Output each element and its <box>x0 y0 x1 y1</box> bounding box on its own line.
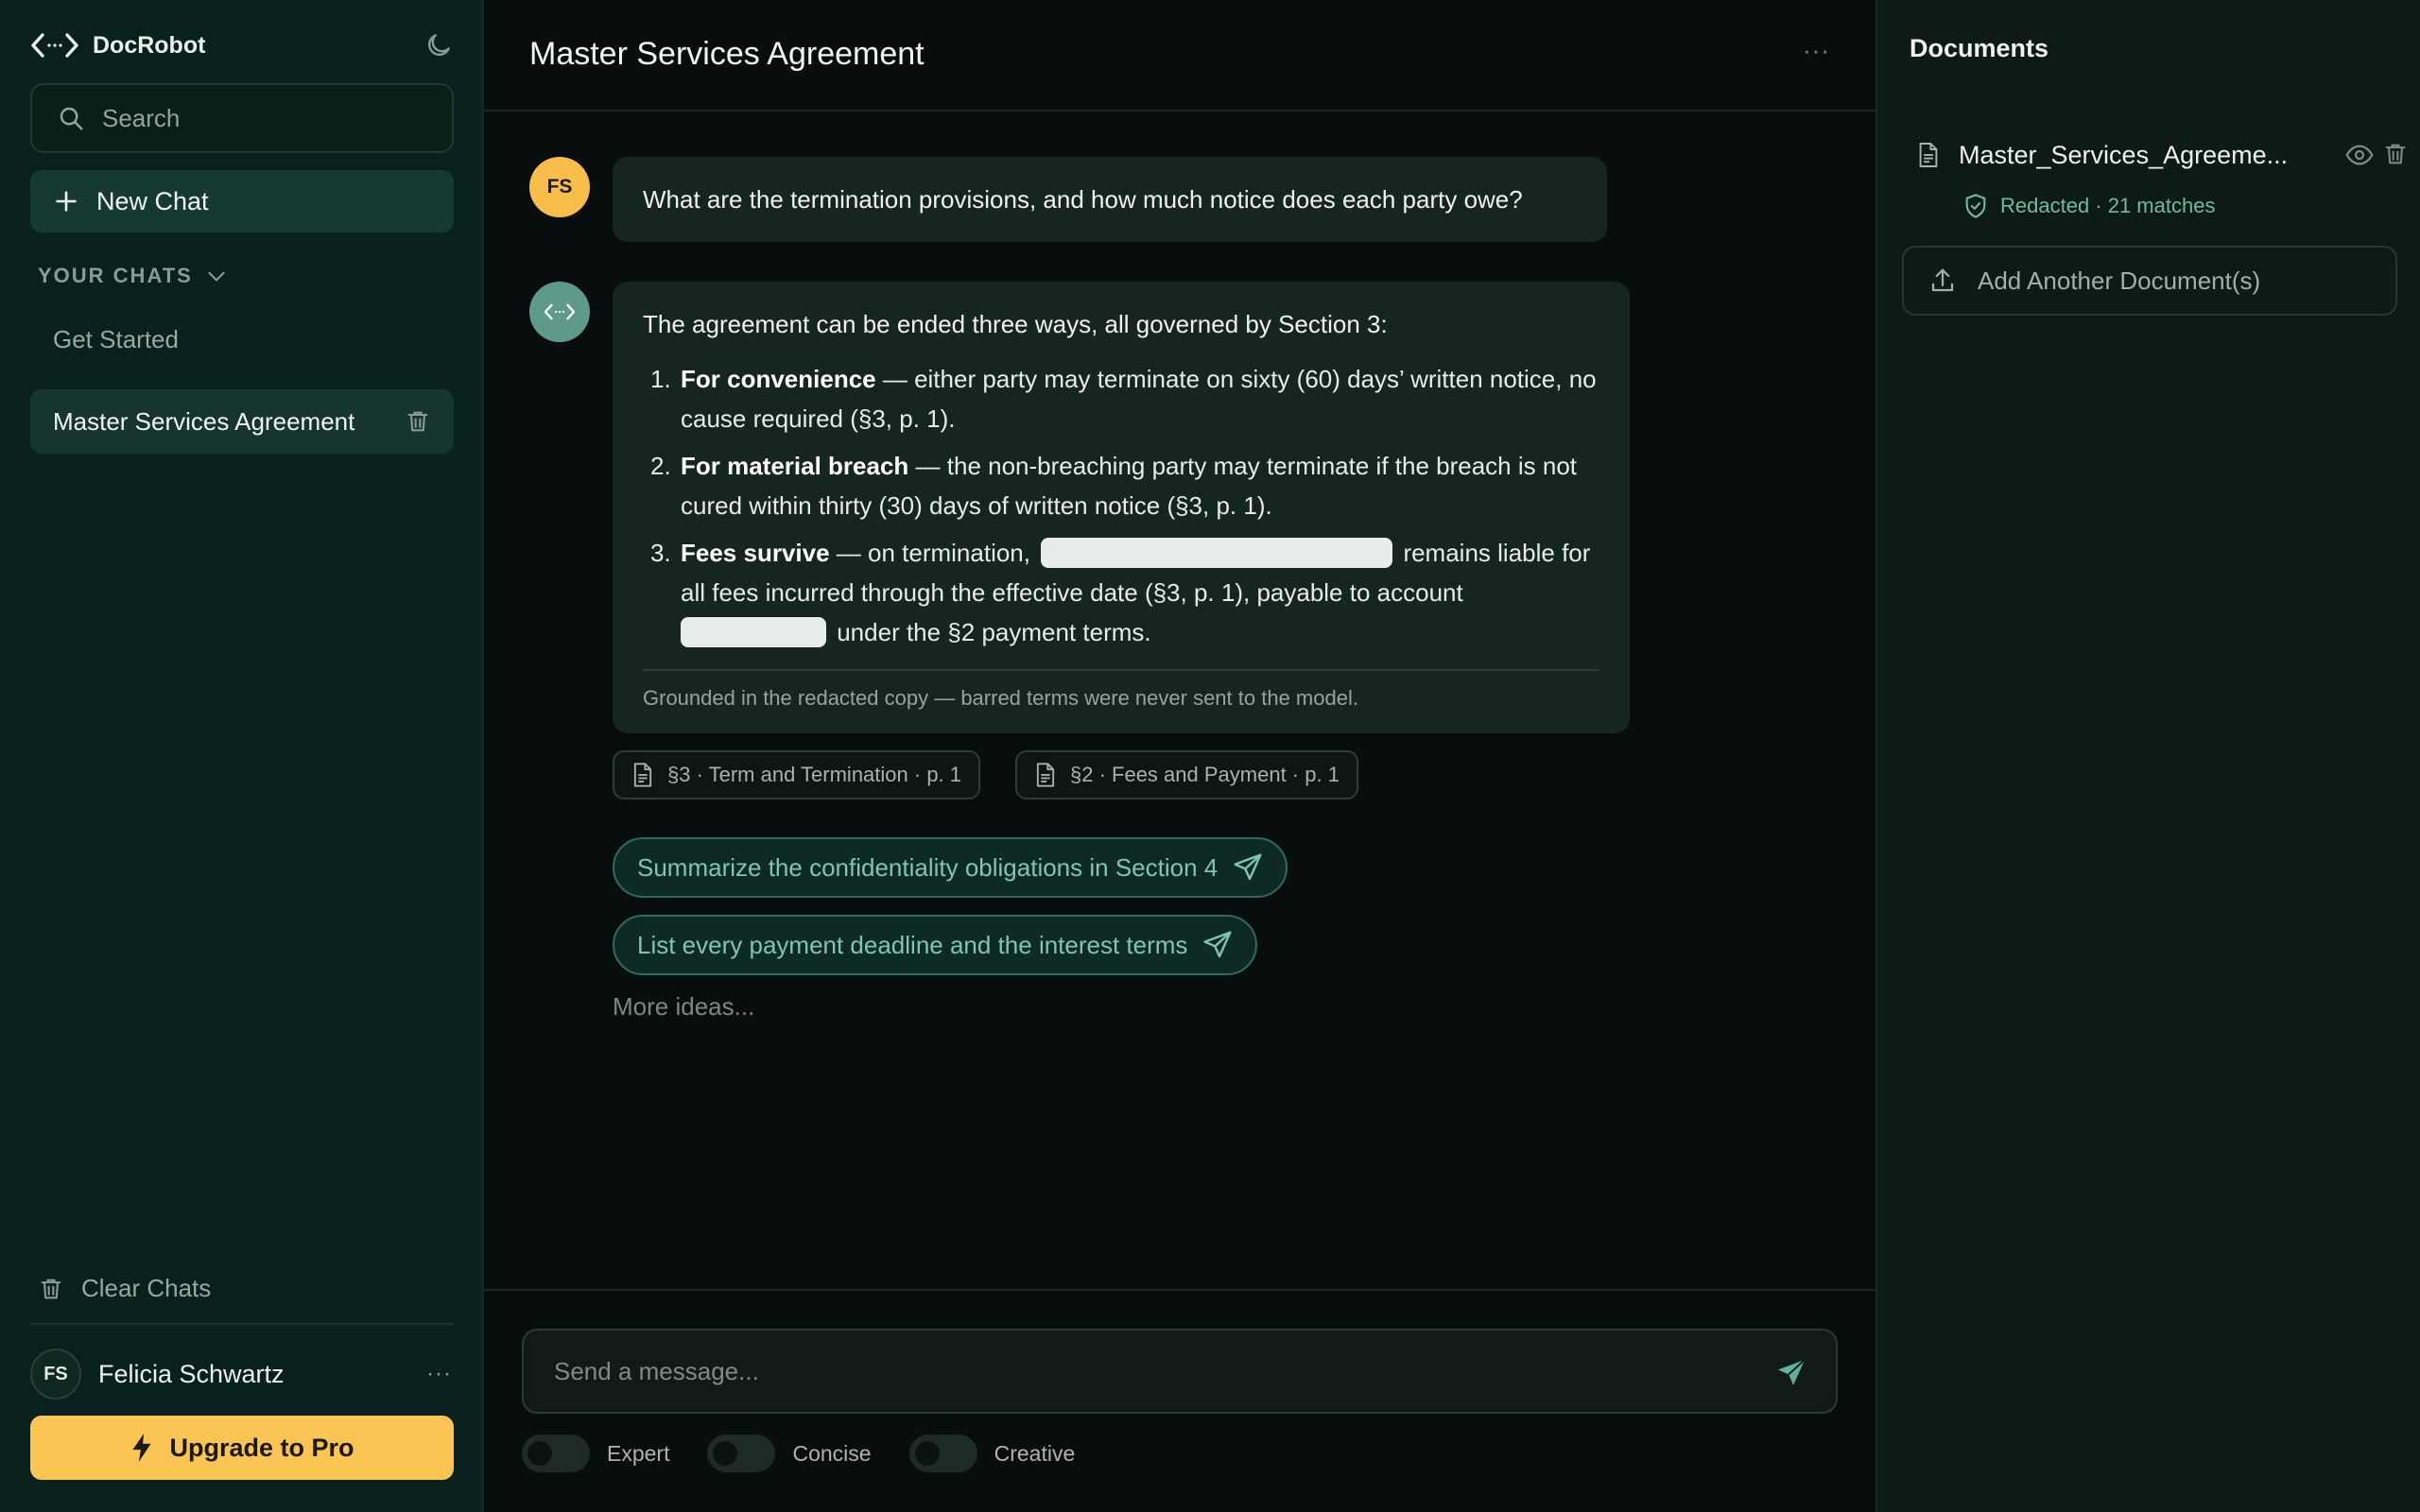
lightning-icon <box>130 1433 154 1463</box>
more-options-icon[interactable]: ··· <box>426 1361 452 1387</box>
composer-divider <box>484 1289 1876 1291</box>
message-composer <box>522 1329 1838 1414</box>
user-name: Felicia Schwartz <box>98 1359 285 1388</box>
new-chat-label: New Chat <box>96 186 209 215</box>
your-chats-label: YOUR CHATS <box>38 264 193 287</box>
documents-panel: Documents Master_Services_Agreeme... Red… <box>1876 0 2420 1512</box>
eye-icon[interactable] <box>2344 140 2375 170</box>
redaction-mask <box>1041 538 1393 569</box>
suggestion-label: Summarize the confidentiality obligation… <box>637 852 1219 882</box>
chat-panel: Master Services Agreement ··· FS What ar… <box>484 0 1876 1512</box>
document-icon <box>631 762 654 788</box>
mode-toggles: Expert Concise Creative <box>522 1435 1075 1472</box>
avatar: FS <box>30 1349 81 1400</box>
upgrade-button[interactable]: Upgrade to Pro <box>30 1416 454 1480</box>
toggle-expert[interactable]: Expert <box>522 1435 669 1472</box>
user-profile[interactable]: FS Felicia Schwartz ··· <box>30 1348 454 1400</box>
chat-header: Master Services Agreement ··· <box>484 0 1876 112</box>
suggestion-button[interactable]: Summarize the confidentiality obligation… <box>613 837 1288 898</box>
toggle-creative[interactable]: Creative <box>908 1435 1076 1472</box>
shield-check-icon <box>1962 193 1989 219</box>
send-icon <box>1202 930 1233 960</box>
sidebar-divider <box>30 1323 454 1325</box>
user-message-text: What are the termination provisions, and… <box>643 184 1523 214</box>
document-icon <box>1034 762 1057 788</box>
trash-icon[interactable] <box>405 408 431 435</box>
source-chip[interactable]: §3 · Term and Termination · p. 1 <box>613 750 981 799</box>
document-icon <box>1917 141 1940 169</box>
send-icon <box>1233 852 1263 883</box>
add-document-label: Add Another Document(s) <box>1978 266 2261 295</box>
sidebar: DocRobot Search New Chat YOUR CHATS Get … <box>0 0 484 1512</box>
source-chip-label: §3 · Term and Termination · p. 1 <box>667 763 962 786</box>
document-name: Master_Services_Agreeme... <box>1959 140 2289 169</box>
toggle-label: Creative <box>994 1440 1076 1466</box>
answer-footnote: Grounded in the redacted copy — barred t… <box>643 686 1358 710</box>
list-item-heading: Fees survive <box>681 539 830 567</box>
your-chats-toggle[interactable]: YOUR CHATS <box>38 264 229 288</box>
trash-icon[interactable] <box>2382 140 2409 168</box>
list-item-heading: For material breach <box>681 452 909 480</box>
list-number: 2. <box>650 452 671 480</box>
list-item-text: — on termination, <box>829 539 1038 567</box>
list-item-text: under the §2 payment terms. <box>830 618 1151 646</box>
chevron-down-icon <box>204 264 229 288</box>
toggle-switch[interactable] <box>522 1435 590 1472</box>
search-icon <box>57 104 85 132</box>
search-input[interactable]: Search <box>30 83 454 153</box>
list-number: 1. <box>650 365 671 393</box>
toggle-label: Concise <box>792 1440 872 1466</box>
redaction-status-text: Redacted · 21 matches <box>2000 194 2216 217</box>
user-avatar: FS <box>529 157 590 217</box>
moon-icon[interactable] <box>424 30 454 60</box>
user-message: What are the termination provisions, and… <box>613 157 1607 242</box>
list-number: 3. <box>650 539 671 567</box>
toggle-switch[interactable] <box>707 1435 776 1472</box>
source-chip-label: §2 · Fees and Payment · p. 1 <box>1070 763 1340 786</box>
search-placeholder: Search <box>102 103 181 132</box>
answer-list: 1. For convenience — either party may ter… <box>643 359 1599 660</box>
app-name: DocRobot <box>93 31 206 59</box>
more-ideas-link[interactable]: More ideas... <box>613 992 754 1022</box>
clear-chats-label: Clear Chats <box>81 1274 212 1302</box>
message-input[interactable] <box>554 1356 1726 1386</box>
assistant-message: The agreement can be ended three ways, a… <box>613 282 1630 733</box>
toggle-switch[interactable] <box>908 1435 977 1472</box>
answer-divider <box>643 669 1599 671</box>
list-item: 3. Fees survive — on termination, remains… <box>643 533 1599 652</box>
bot-avatar <box>529 282 590 342</box>
add-document-button[interactable]: Add Another Document(s) <box>1902 246 2397 316</box>
brand[interactable]: DocRobot <box>30 28 205 62</box>
chat-item-get-started[interactable]: Get Started <box>53 325 179 354</box>
trash-icon <box>38 1275 64 1303</box>
chat-item-master-services-agreement[interactable]: Master Services Agreement <box>30 389 454 454</box>
clear-chats-button[interactable]: Clear Chats <box>38 1274 211 1303</box>
more-options-icon[interactable]: ··· <box>1803 36 1830 65</box>
docrobot-logo-icon <box>544 302 576 321</box>
document-item[interactable]: Master_Services_Agreeme... <box>1917 136 2390 174</box>
source-chip[interactable]: §2 · Fees and Payment · p. 1 <box>1015 750 1358 799</box>
chat-item-label: Master Services Agreement <box>53 406 355 436</box>
page-title: Master Services Agreement <box>529 36 925 72</box>
suggestion-button[interactable]: List every payment deadline and the inte… <box>613 915 1258 975</box>
answer-intro: The agreement can be ended three ways, a… <box>643 310 1388 338</box>
list-item-heading: For convenience <box>681 365 876 393</box>
upgrade-label: Upgrade to Pro <box>169 1433 354 1462</box>
toggle-concise[interactable]: Concise <box>707 1435 872 1472</box>
list-item: 1. For convenience — either party may ter… <box>643 359 1599 438</box>
documents-title: Documents <box>1910 34 2049 62</box>
docrobot-logo-icon <box>30 31 79 60</box>
redaction-status: Redacted · 21 matches <box>1962 193 2215 219</box>
send-icon[interactable] <box>1775 1357 1807 1389</box>
toggle-label: Expert <box>607 1440 670 1466</box>
redaction-mask <box>681 617 826 648</box>
suggestion-label: List every payment deadline and the inte… <box>637 930 1188 959</box>
upload-icon <box>1928 266 1957 295</box>
plus-icon <box>53 188 79 215</box>
new-chat-button[interactable]: New Chat <box>30 170 454 232</box>
list-item: 2. For material breach — the non-breachin… <box>643 446 1599 525</box>
